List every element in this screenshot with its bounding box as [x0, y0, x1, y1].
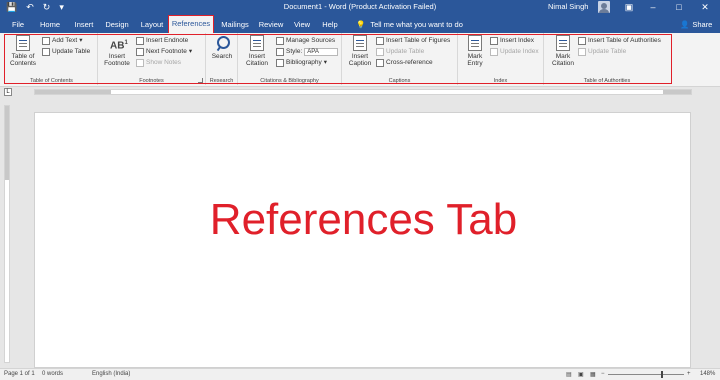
ribbon-tabs: File Home Insert Design Layout Reference… — [0, 14, 720, 33]
page-count[interactable]: Page 1 of 1 — [4, 371, 35, 377]
zoom-out-icon[interactable]: − — [601, 371, 605, 377]
ribbon-highlight-box — [4, 34, 672, 84]
web-layout-icon[interactable]: ▦ — [590, 371, 596, 378]
read-mode-icon[interactable]: ▤ — [566, 371, 572, 378]
user-name[interactable]: Nimal Singh — [548, 2, 588, 11]
ruler-right-margin — [663, 90, 691, 94]
zoom-level[interactable]: 148% — [700, 371, 715, 377]
close-icon[interactable]: ✕ — [698, 1, 712, 13]
share-icon: 👤 — [680, 20, 690, 29]
tab-review[interactable]: Review — [256, 17, 286, 33]
vertical-ruler[interactable] — [4, 105, 10, 363]
language[interactable]: English (India) — [92, 371, 130, 377]
ruler-left-margin — [35, 90, 111, 94]
tab-help[interactable]: Help — [318, 17, 342, 33]
print-layout-icon[interactable]: ▣ — [578, 371, 584, 378]
tab-design[interactable]: Design — [100, 17, 134, 33]
share-button[interactable]: 👤 Share — [680, 17, 712, 33]
zoom-slider-thumb[interactable] — [661, 371, 663, 378]
tab-references[interactable]: References — [168, 15, 214, 33]
tell-me-text: Tell me what you want to do — [370, 20, 463, 29]
tab-layout[interactable]: Layout — [136, 17, 168, 33]
ruler-bar[interactable] — [34, 89, 692, 95]
tab-view[interactable]: View — [290, 17, 314, 33]
tab-file[interactable]: File — [8, 17, 28, 33]
zoom-in-icon[interactable]: + — [687, 371, 691, 377]
restore-icon[interactable]: □ — [672, 1, 686, 13]
zoom-slider[interactable] — [608, 374, 684, 375]
share-label: Share — [692, 20, 713, 29]
document-area: References Tab — [0, 97, 720, 368]
title-bar: 💾 ↶ ↻ ▾ Document1 - Word (Product Activa… — [0, 0, 720, 14]
ribbon-options-icon[interactable]: ▣ — [622, 1, 636, 13]
status-bar: Page 1 of 1 0 words English (India) ▤ ▣ … — [0, 368, 720, 380]
document-page[interactable]: References Tab — [34, 112, 691, 368]
document-heading: References Tab — [209, 195, 518, 244]
tab-home[interactable]: Home — [36, 17, 64, 33]
lightbulb-icon: 💡 — [356, 20, 366, 29]
tell-me-box[interactable]: 💡 Tell me what you want to do — [356, 17, 463, 33]
tab-selector-icon[interactable]: L — [4, 88, 12, 96]
minimize-icon[interactable]: – — [646, 1, 660, 13]
horizontal-ruler[interactable]: L — [0, 87, 720, 97]
window-title: Document1 - Word (Product Activation Fai… — [283, 2, 437, 11]
tab-mailings[interactable]: Mailings — [218, 17, 252, 33]
word-count[interactable]: 0 words — [42, 371, 63, 377]
avatar[interactable] — [598, 1, 610, 13]
tab-insert[interactable]: Insert — [70, 17, 98, 33]
